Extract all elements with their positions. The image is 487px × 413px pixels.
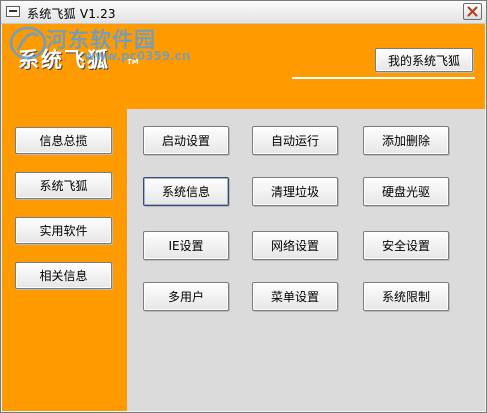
disk-cdrom-button[interactable]: 硬盘光驱 bbox=[363, 177, 449, 206]
startup-settings-button[interactable]: 启动设置 bbox=[143, 126, 229, 155]
ie-settings-button[interactable]: IE设置 bbox=[143, 231, 229, 260]
close-icon bbox=[467, 6, 478, 17]
auto-run-button[interactable]: 自动运行 bbox=[252, 126, 338, 155]
menu-settings-button[interactable]: 菜单设置 bbox=[252, 282, 338, 311]
main-area: 系统飞狐 TM 河东软件园 www.pc0359.cn 我的系统飞狐 信息总揽 … bbox=[2, 24, 485, 411]
window-title: 系统飞狐 V1.23 bbox=[27, 7, 116, 21]
settings-panel: 启动设置 自动运行 添加删除 系统信息 清理垃圾 硬盘光驱 IE设置 网络设置 … bbox=[127, 109, 485, 411]
sidebar-item-utilities[interactable]: 实用软件 bbox=[15, 217, 112, 244]
system-info-button[interactable]: 系统信息 bbox=[143, 177, 229, 206]
network-settings-button[interactable]: 网络设置 bbox=[252, 231, 338, 260]
watermark-logo-icon bbox=[9, 26, 47, 60]
clean-junk-button[interactable]: 清理垃圾 bbox=[252, 177, 338, 206]
multi-user-button[interactable]: 多用户 bbox=[143, 282, 229, 311]
title-bar[interactable]: 系统飞狐 V1.23 bbox=[1, 1, 486, 24]
security-settings-button[interactable]: 安全设置 bbox=[363, 231, 449, 260]
system-restrictions-button[interactable]: 系统限制 bbox=[363, 282, 449, 311]
app-window: 系统飞狐 V1.23 系统飞狐 TM 河东软件园 www.pc0359.cn 我… bbox=[0, 0, 487, 413]
watermark-url: www.pc0359.cn bbox=[84, 49, 191, 63]
header-divider bbox=[292, 77, 475, 79]
sidebar-item-system-fox[interactable]: 系统飞狐 bbox=[15, 172, 112, 199]
sidebar-item-related-info[interactable]: 相关信息 bbox=[15, 262, 112, 289]
app-icon[interactable] bbox=[6, 6, 20, 17]
add-remove-button[interactable]: 添加删除 bbox=[363, 126, 449, 155]
close-button[interactable] bbox=[463, 3, 482, 20]
my-system-fox-button[interactable]: 我的系统飞狐 bbox=[375, 48, 473, 72]
sidebar-item-overview[interactable]: 信息总揽 bbox=[15, 127, 112, 154]
